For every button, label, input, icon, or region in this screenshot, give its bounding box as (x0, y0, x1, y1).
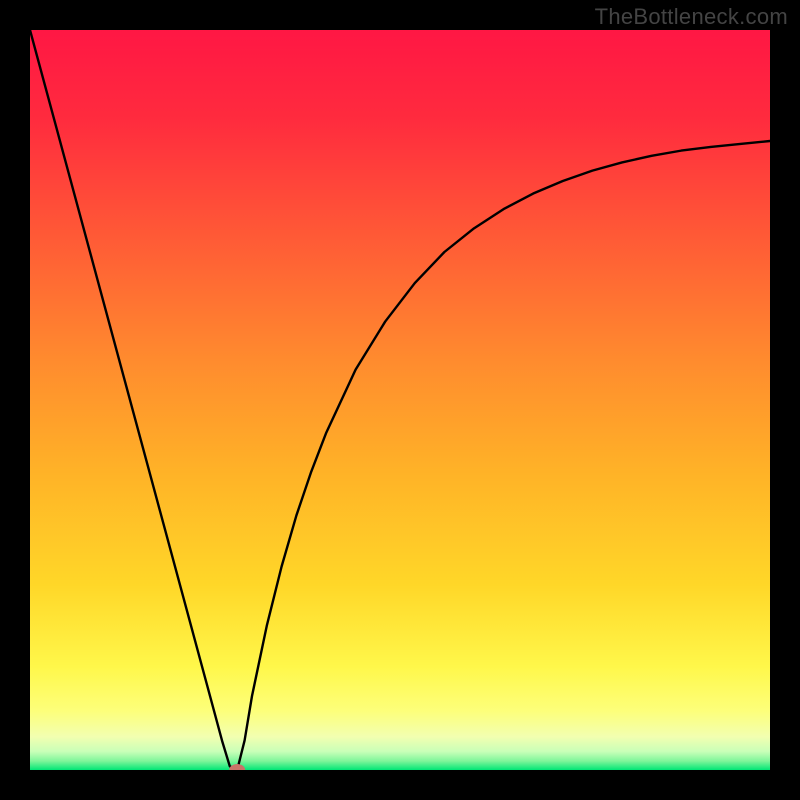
plot-area (30, 30, 770, 770)
watermark-text: TheBottleneck.com (595, 4, 788, 30)
gradient-background (30, 30, 770, 770)
chart-container: TheBottleneck.com (0, 0, 800, 800)
chart-svg (30, 30, 770, 770)
